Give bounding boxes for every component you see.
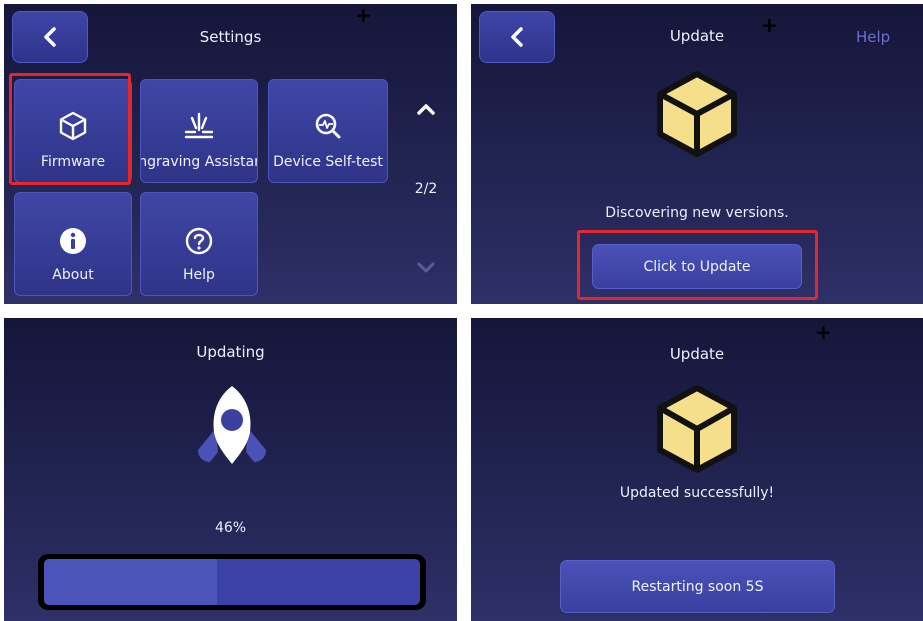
tile-label: Help: [183, 267, 215, 283]
restarting-button[interactable]: Restarting soon 5S: [560, 560, 835, 613]
chevron-down-icon[interactable]: [416, 260, 436, 274]
diagnostic-search-icon: [315, 113, 341, 139]
help-link[interactable]: Help: [856, 28, 890, 46]
page-title: Updating: [196, 343, 265, 361]
status-text: Updated successfully!: [619, 485, 775, 501]
tile-label: Device Self-test: [273, 154, 383, 170]
cross-mark: +: [815, 320, 832, 344]
progress-bar: [38, 554, 426, 610]
tile-label: About: [52, 267, 94, 283]
page-title: Settings: [199, 28, 262, 46]
progress-track: [44, 559, 420, 605]
tile-help[interactable]: Help: [140, 192, 258, 296]
updating-screen: Updating 46%: [4, 318, 457, 621]
cube-icon: [657, 71, 737, 157]
progress-fill: [44, 559, 217, 605]
cross-mark: +: [761, 13, 778, 37]
tile-device-self-test[interactable]: Device Self-test: [268, 79, 388, 183]
progress-percent: 46%: [214, 520, 247, 536]
highlight-box: [577, 230, 818, 300]
page-indicator: 2/2: [414, 181, 438, 197]
info-circle-icon: [60, 228, 86, 254]
page-title: Update: [669, 345, 725, 363]
rocket-icon: [198, 386, 266, 464]
settings-screen: Settings + Firmware Engraving Assistant: [4, 4, 457, 304]
chevron-up-icon[interactable]: [416, 102, 436, 116]
cross-mark: +: [355, 4, 372, 27]
status-text: Discovering new versions.: [605, 205, 789, 221]
question-circle-icon: [185, 227, 213, 255]
highlight-box: [9, 73, 131, 185]
update-screen: Update + Help Discovering new versions. …: [471, 4, 923, 304]
update-done-screen: Update + Updated successfully! Restartin…: [471, 318, 923, 621]
tile-about[interactable]: About: [14, 192, 132, 296]
tile-engraving-assistant[interactable]: Engraving Assistant: [140, 79, 258, 183]
laser-beam-icon: [184, 112, 214, 139]
tile-label: Engraving Assistant: [141, 154, 257, 170]
cube-icon: [657, 385, 737, 473]
